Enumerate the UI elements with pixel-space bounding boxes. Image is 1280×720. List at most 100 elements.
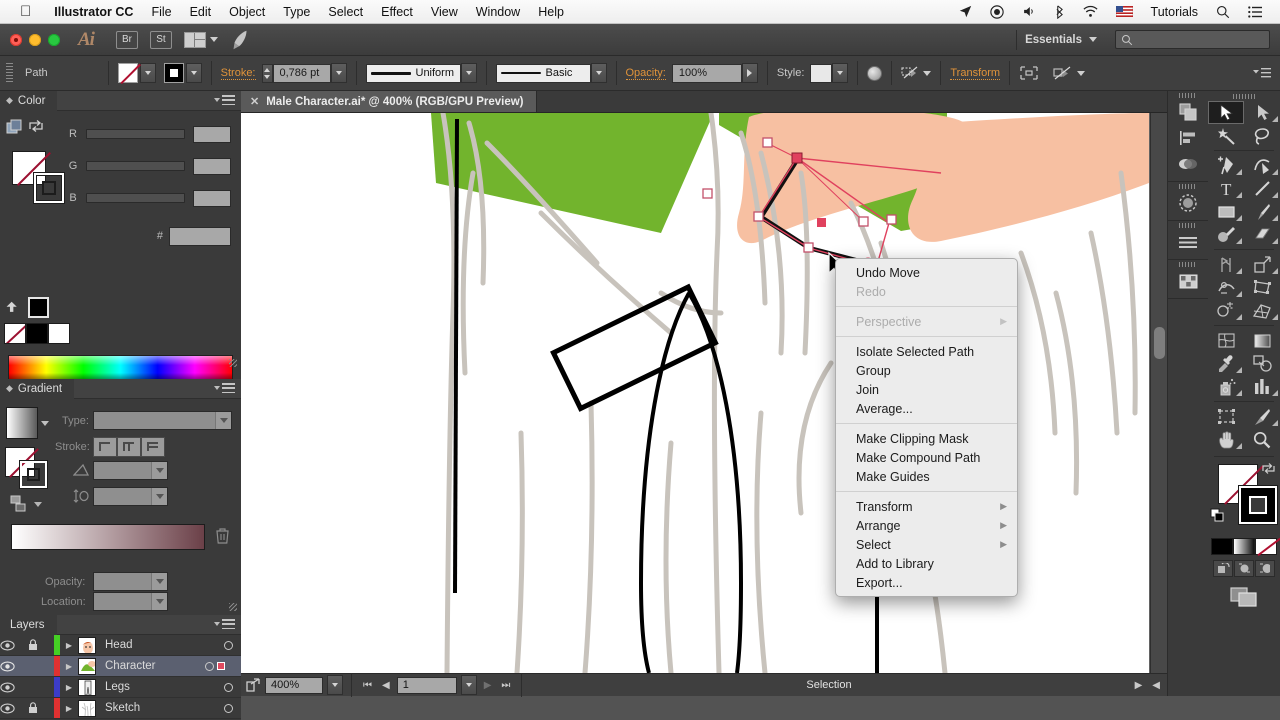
white-swatch[interactable] [48,323,70,344]
gradient-aspect-field[interactable] [93,487,168,506]
layers-panel-icon[interactable] [1168,99,1208,125]
panel-menu-icon[interactable] [1252,67,1272,79]
layer-row-head[interactable]: ▶ Head [0,635,241,656]
search-input[interactable] [1115,30,1270,49]
first-page-icon[interactable]: ⏮ [360,680,375,691]
menu-window[interactable]: Window [467,0,529,24]
gradient-type-select[interactable] [93,411,232,430]
color-slider-r[interactable]: R [60,121,231,147]
stroke-dropdown[interactable] [185,63,202,83]
layer-visibility-toggle[interactable] [0,640,28,651]
rocket-icon[interactable] [229,29,252,50]
channel-value-r[interactable] [193,125,231,143]
stroke-weight-dropdown[interactable] [330,63,347,83]
blend-tool[interactable] [1244,352,1280,375]
document-tab[interactable]: ✕ Male Character.ai* @ 400% (RGB/GPU Pre… [241,91,537,112]
bridge-button[interactable]: Br [115,30,138,49]
selection-tool[interactable] [1208,101,1244,124]
rotate-tool[interactable] [1208,253,1244,276]
layer-name[interactable]: Character [96,660,201,672]
lasso-tool[interactable] [1244,124,1280,147]
control-bar-grip[interactable] [6,63,13,83]
gradient-opacity-field[interactable] [93,572,168,591]
hand-tool[interactable] [1208,428,1244,451]
close-icon[interactable]: ✕ [250,95,259,108]
menu-edit[interactable]: Edit [181,0,221,24]
width-tool[interactable] [1208,276,1244,299]
share-icon[interactable] [245,678,261,692]
draw-inside-icon[interactable] [1255,560,1275,577]
screen-record-icon[interactable] [982,4,1012,19]
context-item-add-to-library[interactable]: Add to Library [836,554,1017,573]
context-item-undo-move[interactable]: Undo Move [836,263,1017,282]
context-item-select[interactable]: Select ▶ [836,535,1017,554]
type-tool[interactable]: T [1208,177,1244,200]
menu-view[interactable]: View [422,0,467,24]
artboard-number-field[interactable]: 1 [396,676,457,694]
context-item-transform[interactable]: Transform ▶ [836,497,1017,516]
line-segment-tool[interactable] [1244,177,1280,200]
context-item-join[interactable]: Join [836,380,1017,399]
layer-row-legs[interactable]: ▶ Legs [0,677,241,698]
curvature-tool[interactable] [1244,154,1280,177]
dock-group-grip[interactable] [1168,182,1208,190]
draw-normal-icon[interactable] [1213,560,1233,577]
color-stroke-swatch[interactable] [34,173,64,203]
layer-name[interactable]: Legs [96,681,215,693]
zoom-level-field[interactable]: 400% [265,676,323,694]
tutorials-menu[interactable]: Tutorials [1143,0,1206,24]
canvas-vertical-scrollbar[interactable] [1150,113,1167,673]
shape-builder-tool[interactable] [1208,299,1244,322]
bluetooth-icon[interactable] [1046,4,1073,19]
stock-button[interactable]: St [149,30,172,49]
scrollbar-thumb[interactable] [1154,327,1165,359]
color-panel-resize-grip[interactable] [229,359,237,367]
layer-target-circle[interactable] [201,661,241,671]
layers-panel-menu-button[interactable] [214,619,235,629]
dock-group-grip[interactable] [1168,260,1208,268]
black-swatch[interactable] [26,323,48,344]
layer-target-circle[interactable] [215,640,241,650]
context-item-group[interactable]: Group [836,361,1017,380]
gradient-slider-ramp[interactable] [11,524,205,550]
gradient-location-field[interactable] [93,592,168,611]
layer-target-circle[interactable] [215,703,241,713]
slider-track-r[interactable] [86,129,185,139]
menu-effect[interactable]: Effect [372,0,422,24]
fill-swatch[interactable] [117,63,138,83]
align-panel-icon[interactable] [1168,125,1208,151]
rectangle-tool[interactable] [1208,200,1244,223]
search-icon[interactable] [1208,5,1238,19]
opacity-label[interactable]: Opacity: [625,67,666,80]
layer-visibility-toggle[interactable] [0,661,28,672]
location-arrow-icon[interactable] [951,5,980,18]
stroke-swatch[interactable] [163,63,184,83]
brush-dropdown[interactable] [590,63,607,83]
stroke-weight-field[interactable]: 0,786 pt [272,63,331,83]
color-slider-b[interactable]: B [60,185,231,211]
gradient-mode-icon[interactable] [1233,538,1255,555]
dock-group-grip[interactable] [1168,221,1208,229]
slider-track-b[interactable] [86,193,185,203]
gradient-stroke-along-button[interactable] [117,437,141,457]
default-fill-stroke-icon[interactable] [1210,508,1225,522]
stroke-panel-icon[interactable] [1168,229,1208,255]
direct-selection-tool[interactable] [1244,101,1280,124]
zoom-level-dropdown[interactable] [327,675,343,695]
menu-file[interactable]: File [142,0,180,24]
layer-visibility-toggle[interactable] [0,682,28,693]
slider-track-g[interactable] [86,161,185,171]
layer-expand-triangle[interactable]: ▶ [60,662,78,671]
layers-panel-tab[interactable]: Layers [0,614,57,635]
status-menu-arrow[interactable]: ▶ [1132,680,1146,691]
gradient-preview-swatch[interactable] [6,407,38,439]
us-flag-icon[interactable] [1108,6,1141,17]
gradient-stroke-swatch[interactable] [20,461,47,488]
eyedropper-tool[interactable] [1208,352,1244,375]
context-item-export[interactable]: Export... [836,573,1017,592]
layer-name[interactable]: Sketch [96,702,215,714]
layer-expand-triangle[interactable]: ▶ [60,683,78,692]
brushes-panel-icon[interactable] [1168,190,1208,216]
graphic-style-dropdown[interactable] [832,63,849,83]
free-transform-tool[interactable] [1244,276,1280,299]
